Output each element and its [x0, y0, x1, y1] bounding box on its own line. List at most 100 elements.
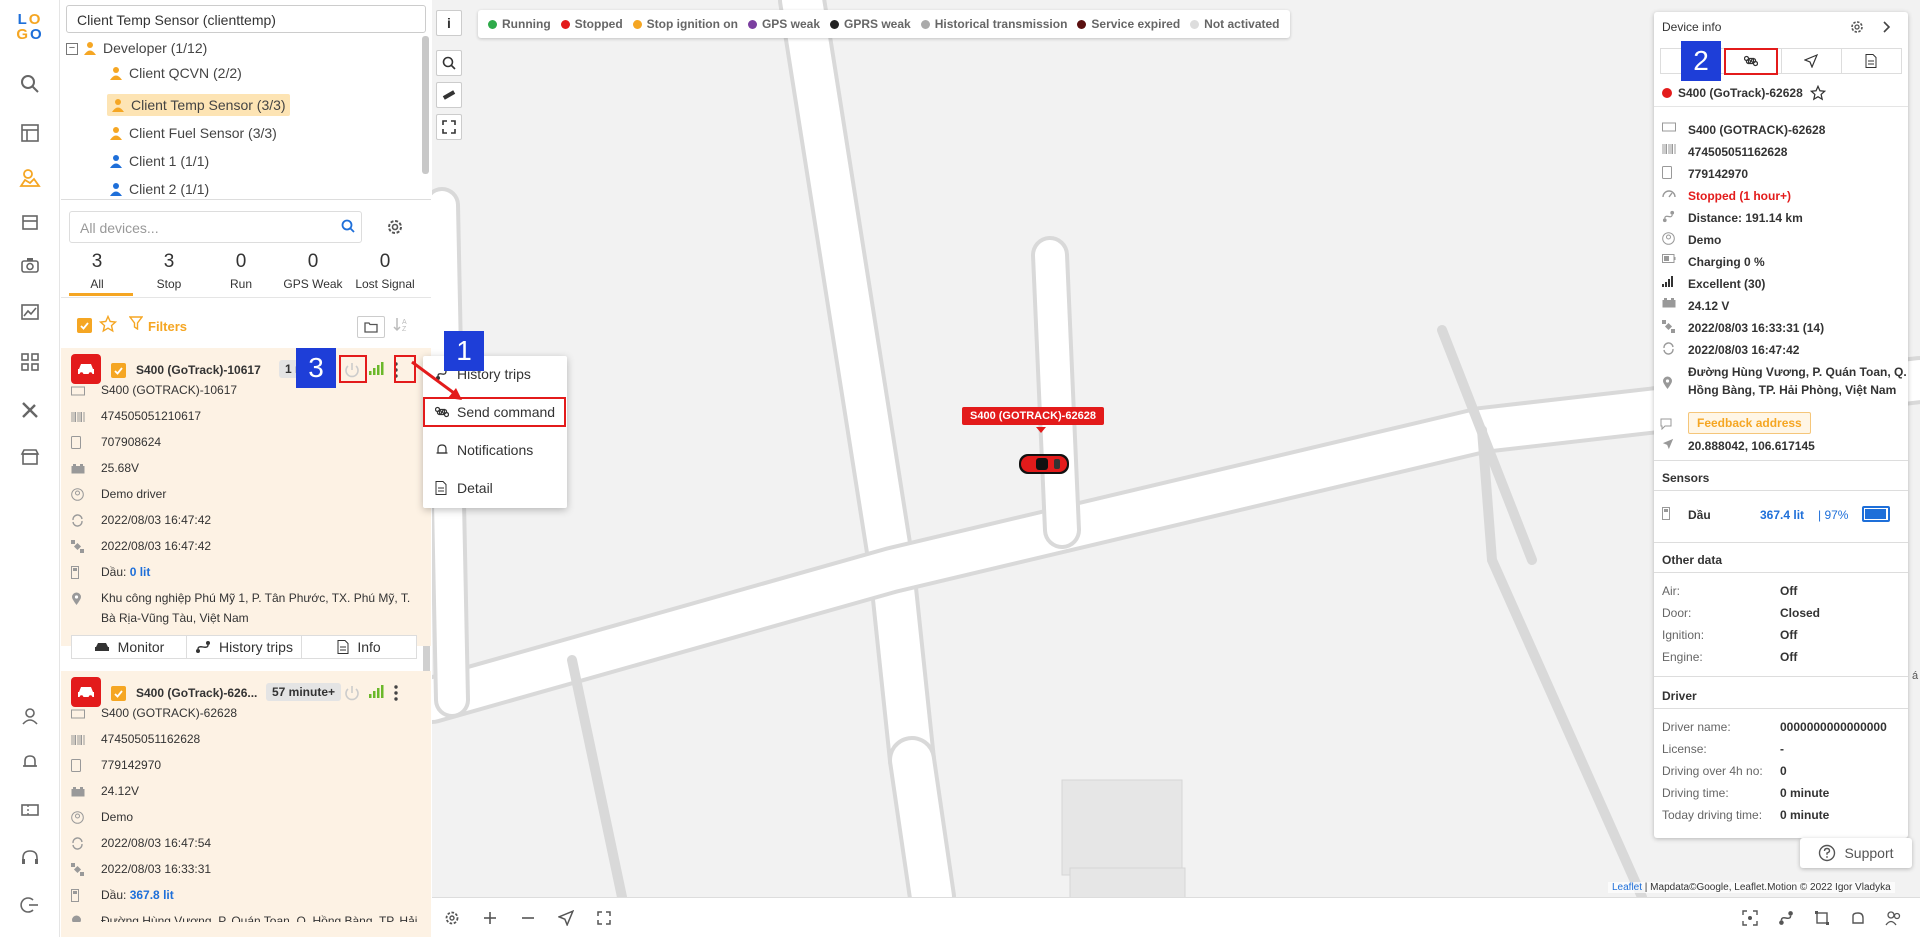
tree-node-client-1[interactable]: Client 1 (1/1)	[109, 150, 209, 172]
device-card-62628[interactable]: S400 (GoTrack)-626... 57 minute+ S400 (G…	[61, 671, 431, 937]
sensors-divider	[1654, 460, 1908, 461]
search-icon[interactable]	[341, 219, 355, 233]
device-name[interactable]: S400 (GoTrack)-626...	[136, 686, 257, 700]
ticket-icon[interactable]	[14, 794, 46, 826]
divider	[1654, 572, 1908, 573]
address-row-2: Bà Rịa-Vũng Tàu, Việt Nam	[101, 611, 249, 625]
tree-node-label: Developer (1/12)	[103, 40, 208, 56]
zoom-out-icon[interactable]	[518, 908, 538, 928]
menu-item-notifications[interactable]: Notifications	[423, 432, 567, 468]
phone-text: 707908624	[101, 435, 162, 449]
headset-icon[interactable]	[14, 842, 46, 874]
ruler-icon[interactable]	[436, 82, 462, 108]
filters-button[interactable]: Filters	[148, 319, 187, 334]
leaflet-link[interactable]: Leaflet	[1612, 882, 1642, 893]
tab-stop[interactable]: 3 Stop	[133, 251, 205, 291]
coords-text[interactable]: 20.888042, 106.617145	[1688, 438, 1815, 454]
device-name[interactable]: S400 (GoTrack)-10617	[136, 363, 261, 377]
tab-gps-weak[interactable]: 0 GPS Weak	[277, 251, 349, 291]
info-settings-gear-icon[interactable]	[1850, 20, 1864, 34]
imei-text: 474505051162628	[101, 732, 201, 746]
zoom-in-icon[interactable]	[480, 908, 500, 928]
select-all-checkbox[interactable]	[77, 318, 92, 333]
history-trips-button[interactable]: History trips	[187, 636, 302, 658]
fuel-row: Dầu: 367.8 lit	[71, 885, 174, 905]
device-card-10617[interactable]: S400 (GoTrack)-10617 1 m S400 (GOTRACK)-…	[61, 348, 431, 659]
favorite-star-icon[interactable]	[99, 315, 117, 333]
device-checkbox[interactable]	[111, 363, 126, 378]
store-icon[interactable]	[14, 206, 46, 238]
fullscreen-icon[interactable]	[436, 114, 462, 140]
sort-icon[interactable]: AZ	[393, 316, 411, 332]
time2-text: 2022/08/03 16:47:42	[1688, 343, 1800, 357]
address-line2: Hồng Bàng, TP. Hải Phòng, Việt Nam	[1688, 383, 1897, 397]
feedback-address-button[interactable]: Feedback address	[1688, 412, 1811, 434]
filter-icon[interactable]	[129, 316, 143, 330]
map-settings-gear-icon[interactable]	[442, 908, 462, 928]
chart-icon[interactable]	[14, 296, 46, 328]
info-button[interactable]: Info	[302, 636, 416, 658]
apps-icon[interactable]	[14, 346, 46, 378]
search-icon[interactable]	[14, 68, 46, 100]
legend-dot	[1077, 19, 1087, 29]
vehicle-marker-icon[interactable]	[1016, 450, 1072, 478]
monitor-button[interactable]: Monitor	[72, 636, 187, 658]
focus-icon[interactable]	[1740, 908, 1760, 928]
locate-icon[interactable]	[556, 908, 576, 928]
location-pin-icon	[71, 592, 85, 606]
imei-row: 474505051210617	[71, 406, 201, 426]
shape-icon[interactable]	[1848, 908, 1868, 928]
list-settings-gear-icon[interactable]	[386, 218, 404, 236]
collapse-panel-chevron-icon[interactable]	[1882, 20, 1892, 34]
tab-run[interactable]: 0 Run	[205, 251, 277, 291]
tree-node-developer[interactable]: Developer (1/12)	[83, 37, 207, 59]
shop-icon[interactable]	[14, 441, 46, 473]
tree-node-client-temp-sensor[interactable]: Client Temp Sensor (3/3)	[107, 94, 290, 116]
legend-label: Stop ignition on	[646, 17, 738, 31]
tab-lost-signal[interactable]: 0 Lost Signal	[349, 251, 421, 291]
map-edge-label: á	[1912, 670, 1919, 682]
tab-all[interactable]: 3 All	[61, 251, 133, 291]
layout-icon[interactable]	[14, 117, 46, 149]
location-pin-icon	[71, 915, 85, 922]
power-icon[interactable]	[343, 684, 361, 702]
map-info-button[interactable]: i	[436, 10, 462, 36]
map-user-icon[interactable]	[14, 162, 46, 194]
device-search-input[interactable]: All devices...	[69, 211, 362, 243]
fuel-label: Dầu:	[101, 565, 127, 579]
svg-text:A: A	[402, 319, 407, 326]
camera-icon[interactable]	[14, 249, 46, 281]
time1-row: 2022/08/03 16:47:54	[71, 833, 211, 853]
tree-node-client-2[interactable]: Client 2 (1/1)	[109, 178, 209, 200]
tree-node-label: Client Temp Sensor (3/3)	[131, 97, 286, 113]
map-search-icon[interactable]	[436, 50, 462, 76]
legend-stopped: Stopped	[560, 17, 623, 31]
battery-icon	[1662, 298, 1676, 308]
selected-group-field[interactable]: Client Temp Sensor (clienttemp)	[66, 5, 426, 33]
more-menu-icon[interactable]	[393, 684, 399, 702]
bell-icon[interactable]	[14, 746, 46, 778]
tab-document[interactable]	[1842, 49, 1901, 73]
highlight-command-tab	[1724, 48, 1778, 75]
driver-title: Driver	[1662, 689, 1697, 703]
tree-scrollbar[interactable]	[422, 36, 429, 174]
address-line1: Khu công nghiệp Phú Mỹ 1, P. Tân Phước, …	[101, 591, 411, 605]
logout-icon[interactable]	[14, 889, 46, 921]
tree-node-client-qcvn[interactable]: Client QCVN (2/2)	[109, 62, 242, 84]
favorite-star-icon[interactable]	[1810, 85, 1826, 101]
people-icon[interactable]	[1884, 908, 1904, 928]
collapse-toggle[interactable]: −	[66, 43, 78, 55]
user-icon[interactable]	[14, 700, 46, 732]
menu-item-detail[interactable]: Detail	[423, 470, 567, 506]
sensor-value: 367.4 lit	[1760, 508, 1805, 522]
support-button[interactable]: Support	[1800, 838, 1912, 868]
fullscreen-icon[interactable]	[594, 908, 614, 928]
vehicle-map-label[interactable]: S400 (GOTRACK)-62628	[962, 407, 1104, 425]
tools-icon[interactable]	[14, 394, 46, 426]
folder-icon[interactable]	[357, 316, 385, 338]
device-checkbox[interactable]	[111, 686, 126, 701]
route-icon[interactable]	[1776, 908, 1796, 928]
area-select-icon[interactable]	[1812, 908, 1832, 928]
tree-node-client-fuel-sensor[interactable]: Client Fuel Sensor (3/3)	[109, 122, 277, 144]
tab-navigate[interactable]	[1782, 49, 1842, 73]
